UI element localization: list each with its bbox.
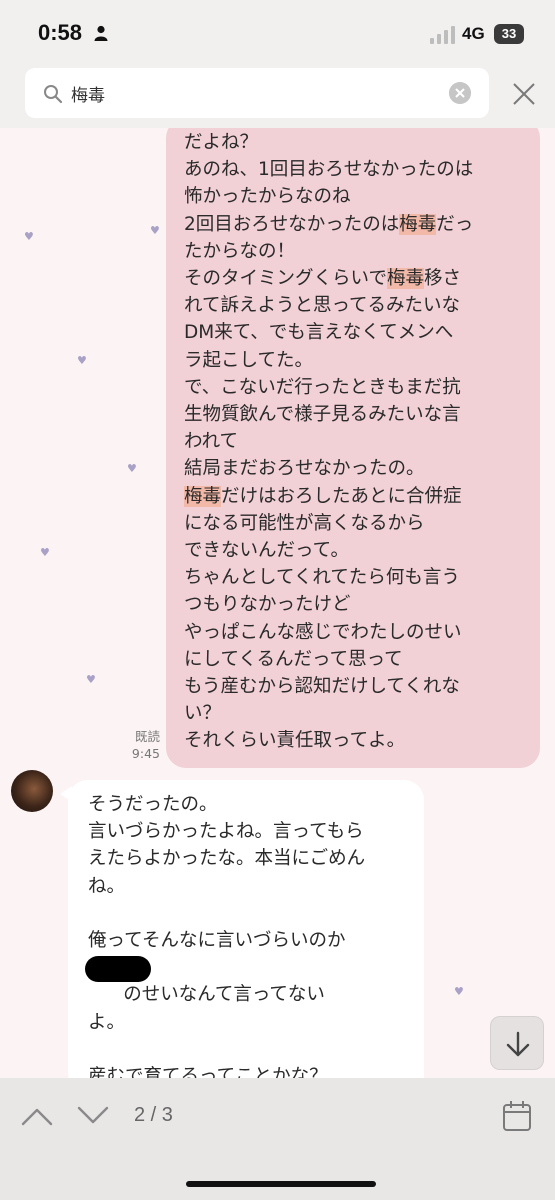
bottom-toolbar: 2 / 3: [0, 1078, 555, 1200]
arrow-down-icon: [506, 1031, 530, 1057]
page-indicator: 2 / 3: [134, 1104, 173, 1126]
heart-icon: ♥: [40, 546, 50, 559]
network-type: 4G: [462, 24, 485, 43]
chevron-down-icon[interactable]: [76, 1104, 110, 1128]
battery-indicator: 33: [494, 24, 524, 44]
chevron-up-icon[interactable]: [20, 1104, 54, 1128]
heart-icon: ♥: [24, 230, 34, 243]
heart-icon: ♥: [454, 985, 464, 998]
redaction-mark: [85, 956, 151, 982]
avatar[interactable]: [11, 770, 53, 812]
heart-icon: ♥: [86, 673, 96, 686]
message-time: 9:45: [131, 746, 160, 761]
message-segment: 移さ れて訴えようと思ってるみたいな DM来て、でも言えなくてメンへ ラ起こして…: [184, 268, 461, 480]
outgoing-message-text: だよね？ あのね、1回目おろせなかったのは 怖かったからなのね 2回目おろせなか…: [184, 129, 473, 755]
heart-icon: ♥: [127, 462, 137, 475]
clear-icon[interactable]: [449, 82, 471, 104]
status-bar: 0:58 4G 33: [0, 0, 555, 62]
home-indicator: [186, 1181, 376, 1187]
incoming-message-text: そうだったの。 言いづらかったよね。言ってもら えたらよかったな。本当にごめん …: [88, 791, 365, 1078]
search-input[interactable]: [71, 78, 441, 108]
message-segment: そうだったの。 言いづらかったよね。言ってもら えたらよかったな。本当にごめん …: [88, 794, 366, 1078]
heart-icon: ♥: [150, 224, 160, 237]
status-time: 0:58: [38, 20, 83, 45]
search-header: [0, 62, 555, 128]
person-icon: [94, 25, 108, 41]
signal-icon: [430, 26, 455, 44]
close-icon[interactable]: [512, 82, 536, 106]
search-highlight: 梅毒: [184, 485, 222, 507]
search-box[interactable]: [25, 68, 489, 118]
search-icon: [44, 85, 63, 104]
read-receipt: 既読 9:45: [124, 728, 160, 762]
message-segment: だけはおろしたあとに合併症 になる可能性が高くなるから できないんだって。 ちゃ…: [184, 485, 462, 752]
read-label: 既読: [134, 729, 160, 744]
search-highlight: 梅毒: [399, 213, 437, 235]
calendar-icon[interactable]: [502, 1100, 532, 1132]
scroll-down-button[interactable]: [490, 1016, 544, 1070]
chat-area[interactable]: ♥ ♥ ♥ ♥ ♥ ♥ ♥ だよね？ あのね、1回目おろせなかったのは 怖かった…: [0, 128, 555, 1078]
search-highlight: 梅毒: [386, 268, 424, 290]
heart-icon: ♥: [77, 354, 87, 367]
